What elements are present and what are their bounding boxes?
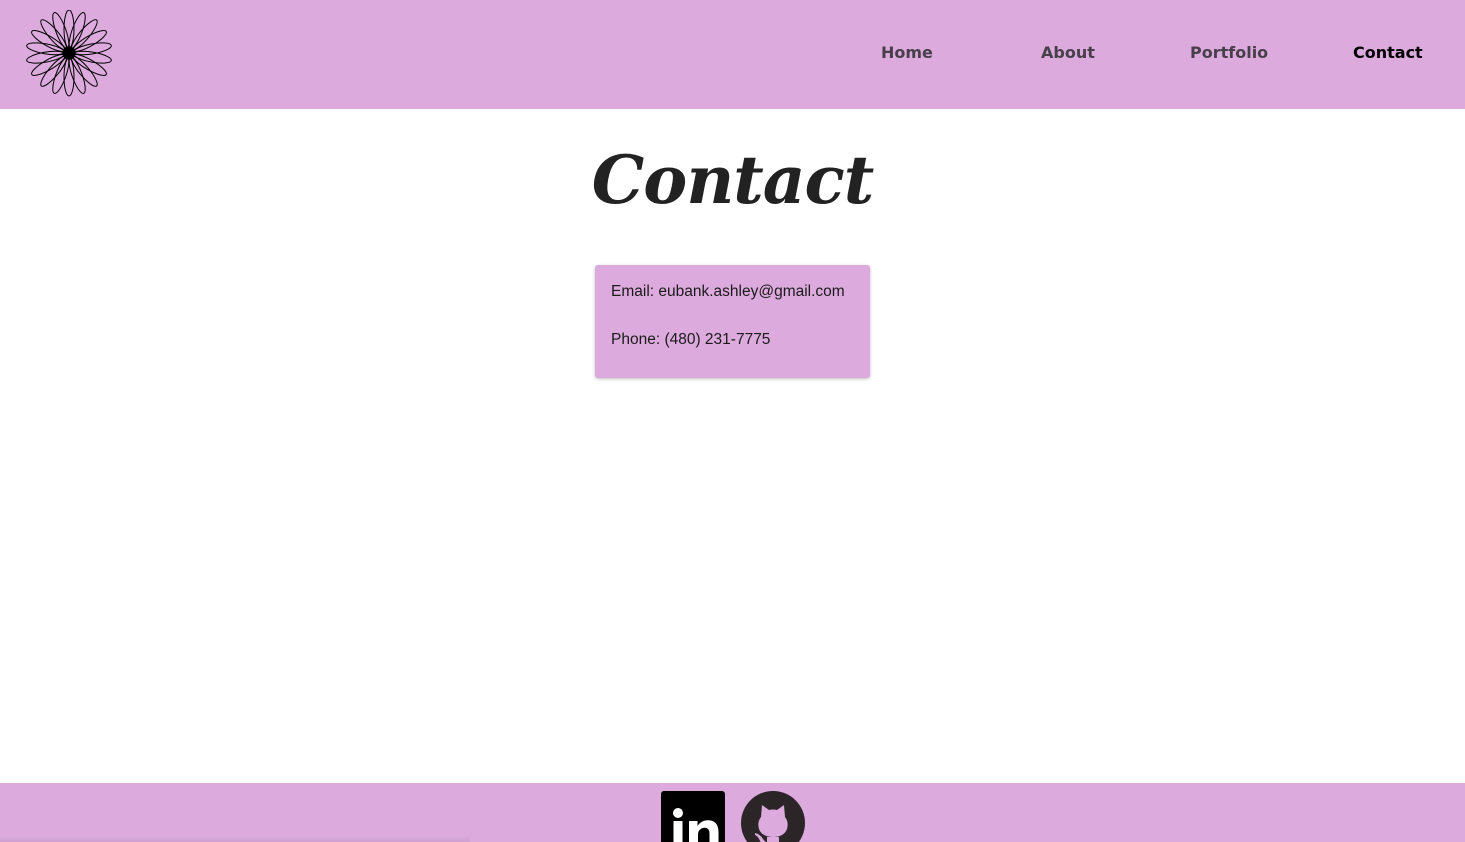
page: Home About Portfolio Contact Contact Ema… (0, 0, 1465, 842)
nav-home-link[interactable]: Home (881, 43, 933, 62)
footer-shadow (0, 836, 470, 842)
nav-about-link[interactable]: About (1041, 43, 1095, 62)
flower-petal (72, 54, 107, 76)
flower-petal (72, 30, 107, 52)
linkedin-icon (661, 791, 725, 842)
email-value[interactable]: eubank.ashley@gmail.com (658, 283, 844, 300)
site-footer (0, 783, 1465, 842)
page-title: Contact (591, 141, 874, 219)
github-icon (741, 791, 805, 842)
flower-icon (26, 9, 112, 97)
flower-petal (26, 42, 65, 56)
email-label: Email: (611, 283, 659, 300)
phone-value[interactable]: (480) 231-7775 (664, 331, 770, 348)
flower-center (62, 46, 76, 60)
phone-line: Phone: (480) 231-7775 (611, 329, 854, 351)
linkedin-link[interactable] (661, 791, 725, 842)
site-header: Home About Portfolio Contact (0, 0, 1465, 109)
phone-label: Phone: (611, 331, 665, 348)
nav-contact-link[interactable]: Contact (1353, 43, 1423, 62)
github-link[interactable] (741, 791, 805, 842)
contact-card: Email: eubank.ashley@gmail.com Phone: (4… (595, 265, 870, 378)
flower-petal (31, 30, 66, 52)
nav-portfolio-link[interactable]: Portfolio (1190, 43, 1268, 62)
email-line: Email: eubank.ashley@gmail.com (611, 281, 854, 303)
flower-petal (73, 50, 112, 64)
flower-petal (31, 54, 66, 76)
flower-logo[interactable] (24, 9, 114, 98)
